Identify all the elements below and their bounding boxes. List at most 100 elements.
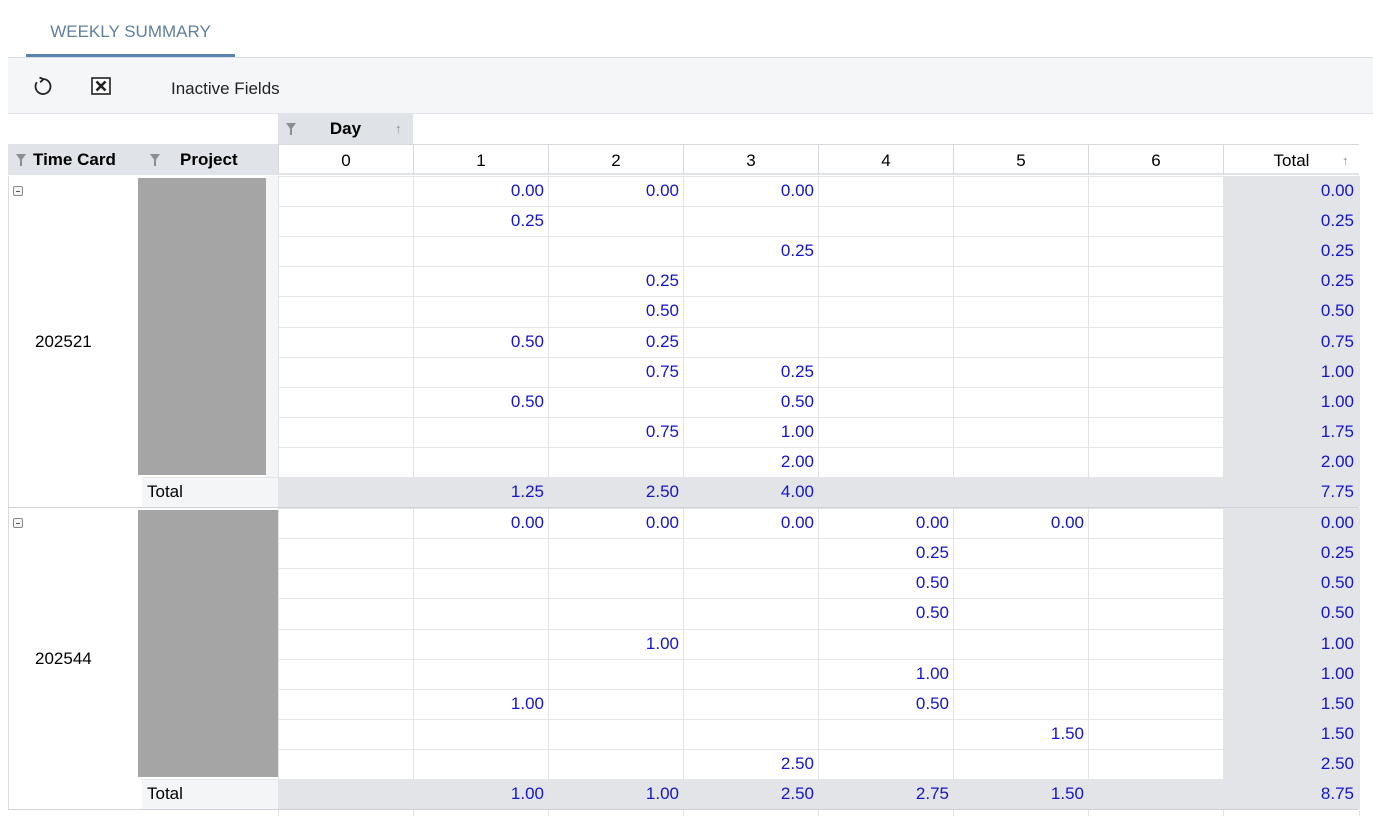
total-value: 1.50 xyxy=(1050,784,1084,803)
column-header-label: 4 xyxy=(881,151,891,170)
total-value: 2.50 xyxy=(780,784,814,803)
cell-value: 0.50 xyxy=(915,694,949,713)
row-fields-header: Time Card Project xyxy=(8,144,278,175)
column-divider xyxy=(548,810,549,816)
filter-icon[interactable] xyxy=(286,123,296,135)
column-field-label: Day xyxy=(329,119,362,138)
cell-value: 0.50 xyxy=(645,301,679,320)
cell-value: 1.00 xyxy=(1320,362,1354,381)
filter-icon[interactable] xyxy=(16,154,26,166)
column-divider xyxy=(818,176,819,508)
column-divider xyxy=(1088,176,1089,508)
project-gutter xyxy=(266,508,278,779)
total-value: 1.00 xyxy=(645,784,679,803)
row-field-project[interactable]: Project xyxy=(180,144,238,175)
cell-value: 0.00 xyxy=(1320,513,1354,532)
refresh-icon[interactable] xyxy=(32,75,54,97)
sort-asc-icon[interactable]: ↑ xyxy=(395,114,402,144)
total-value: 8.75 xyxy=(1320,784,1354,803)
cell-value: 0.25 xyxy=(1320,241,1354,260)
cell-value: 0.75 xyxy=(645,362,679,381)
cell-value: 1.00 xyxy=(780,422,814,441)
column-divider xyxy=(953,508,954,810)
total-value: 7.75 xyxy=(1320,482,1354,501)
cell-value: 0.25 xyxy=(915,543,949,562)
project-redacted-block xyxy=(138,178,266,475)
cell-value: 0.75 xyxy=(645,422,679,441)
cell-value: 0.50 xyxy=(1320,573,1354,592)
cell-value: 2.00 xyxy=(1320,452,1354,471)
cell-value: 0.50 xyxy=(1320,301,1354,320)
collapse-icon[interactable] xyxy=(13,186,23,196)
group-left-border xyxy=(8,508,9,810)
row-field-time-card[interactable]: Time Card xyxy=(33,144,116,175)
column-header[interactable]: 2 xyxy=(548,144,683,175)
column-divider xyxy=(278,176,279,508)
cell-value: 0.75 xyxy=(1320,332,1354,351)
project-gutter xyxy=(266,176,278,477)
column-divider xyxy=(1359,810,1360,816)
tab-bar: WEEKLY SUMMARY xyxy=(8,0,1373,58)
column-header[interactable]: 1 xyxy=(413,144,548,175)
cell-value: 0.25 xyxy=(1320,211,1354,230)
cell-value: 0.00 xyxy=(1320,181,1354,200)
time-card-value: 202521 xyxy=(35,331,92,351)
filter-icon[interactable] xyxy=(150,154,160,166)
column-divider xyxy=(278,508,279,810)
cell-value: 1.75 xyxy=(1320,422,1354,441)
cell-value: 2.00 xyxy=(780,452,814,471)
total-value: 1.00 xyxy=(510,784,544,803)
column-header-label: 1 xyxy=(476,151,486,170)
column-divider xyxy=(953,810,954,816)
excel-export-icon[interactable] xyxy=(90,75,112,97)
group-left-border xyxy=(8,176,9,508)
cell-value: 0.00 xyxy=(915,513,949,532)
column-divider xyxy=(1088,810,1089,816)
sort-asc-icon[interactable]: ↑ xyxy=(1342,145,1349,176)
cell-value: 0.25 xyxy=(645,332,679,351)
cell-value: 1.50 xyxy=(1320,724,1354,743)
column-divider xyxy=(278,810,279,816)
total-value: 4.00 xyxy=(780,482,814,501)
column-header[interactable]: 5 xyxy=(953,144,1088,175)
cell-value: 0.00 xyxy=(780,181,814,200)
cell-value: 0.00 xyxy=(780,513,814,532)
column-header[interactable]: 0 xyxy=(278,144,413,175)
total-value: 1.25 xyxy=(510,482,544,501)
column-header-label: 2 xyxy=(611,151,621,170)
total-value: 2.75 xyxy=(915,784,949,803)
cell-value: 2.50 xyxy=(780,754,814,773)
column-field-day[interactable]: Day ↑ xyxy=(278,114,413,144)
cell-value: 0.00 xyxy=(510,513,544,532)
group-total-label: Total xyxy=(147,784,183,803)
column-header[interactable]: 6 xyxy=(1088,144,1223,175)
cell-value: 1.00 xyxy=(1320,634,1354,653)
cell-value: 1.00 xyxy=(1320,392,1354,411)
column-header[interactable]: Total ↑ xyxy=(1223,144,1359,175)
cell-value: 0.50 xyxy=(915,573,949,592)
column-divider xyxy=(1359,176,1360,508)
collapse-icon[interactable] xyxy=(13,518,23,529)
cell-value: 0.50 xyxy=(510,332,544,351)
cell-value: 2.50 xyxy=(1320,754,1354,773)
column-divider xyxy=(1223,810,1224,816)
cell-value: 0.00 xyxy=(510,181,544,200)
cell-value: 0.00 xyxy=(645,513,679,532)
cell-value: 1.50 xyxy=(1320,694,1354,713)
time-card-value: 202544 xyxy=(35,648,92,668)
tab-weekly-summary[interactable]: WEEKLY SUMMARY xyxy=(26,0,235,57)
column-divider xyxy=(413,508,414,810)
column-header-label: 5 xyxy=(1016,151,1026,170)
cell-value: 0.00 xyxy=(1050,513,1084,532)
column-header-label: 6 xyxy=(1151,151,1161,170)
column-divider xyxy=(818,810,819,816)
cell-value: 0.50 xyxy=(1320,603,1354,622)
column-divider xyxy=(1088,508,1089,810)
inactive-fields-button[interactable]: Inactive Fields xyxy=(171,58,280,119)
cell-value: 1.00 xyxy=(645,634,679,653)
cell-value: 0.00 xyxy=(645,181,679,200)
cell-value: 0.25 xyxy=(1320,543,1354,562)
column-header[interactable]: 4 xyxy=(818,144,953,175)
cell-value: 1.00 xyxy=(1320,664,1354,683)
column-header[interactable]: 3 xyxy=(683,144,818,175)
